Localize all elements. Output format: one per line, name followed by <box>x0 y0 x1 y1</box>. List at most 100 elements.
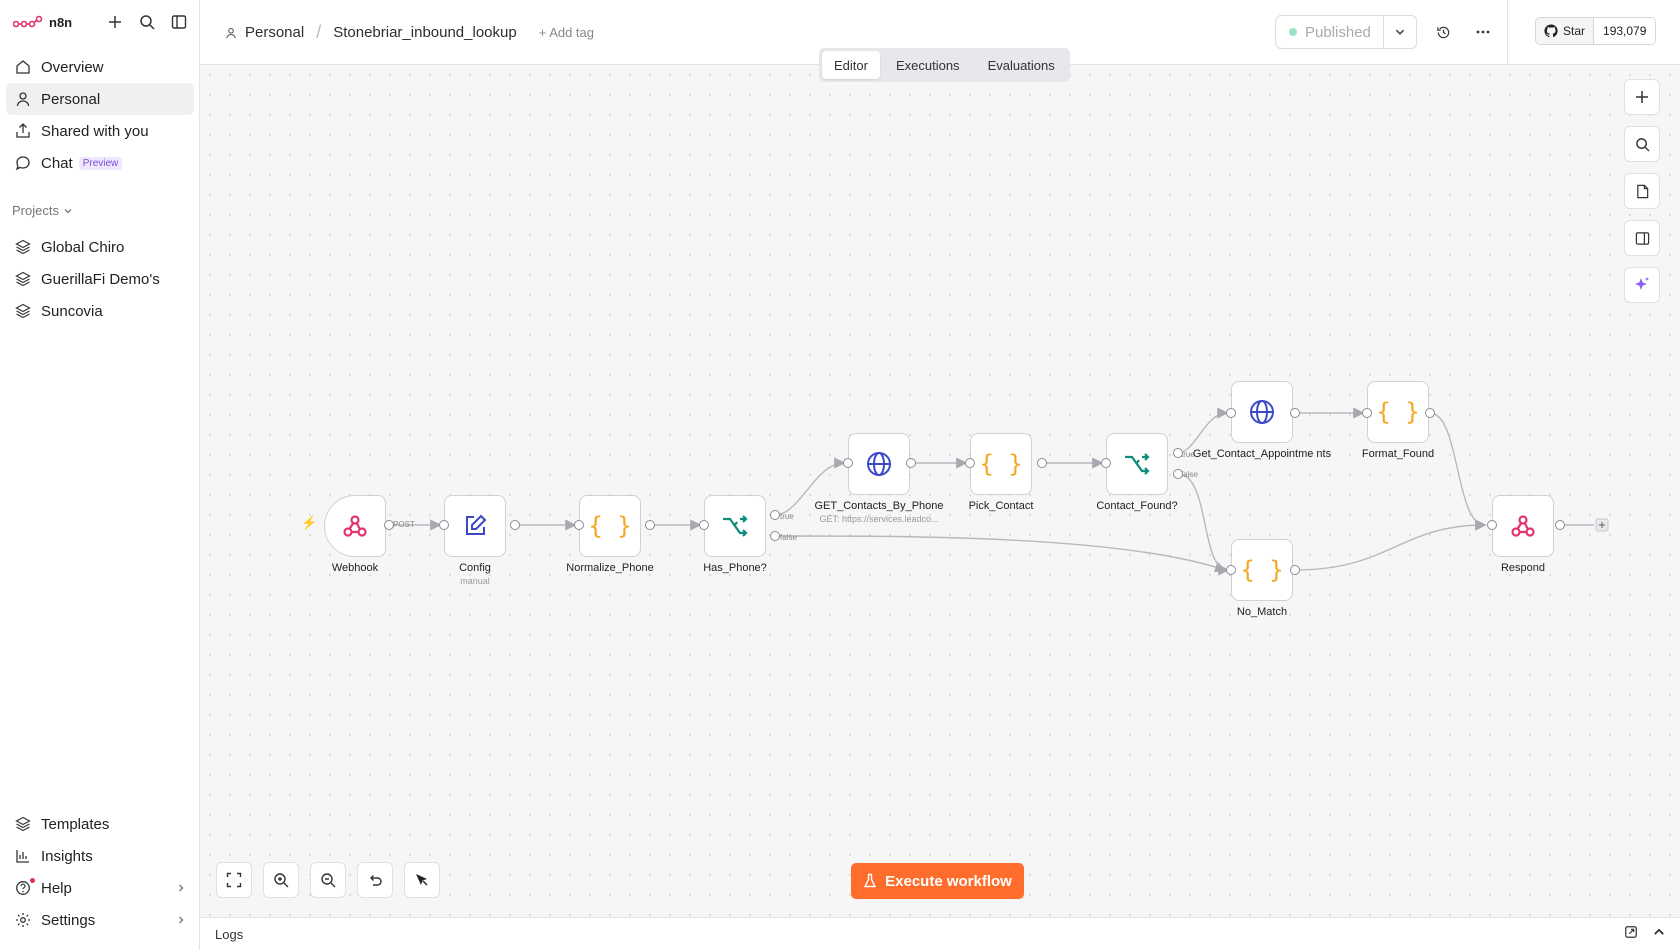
brand-logo[interactable]: n8n <box>13 12 72 32</box>
port-out-true[interactable] <box>770 510 780 520</box>
port-out[interactable] <box>1290 408 1300 418</box>
publish-group: Published <box>1275 15 1417 49</box>
nav-settings[interactable]: Settings <box>6 904 194 936</box>
port-out[interactable] <box>510 520 520 530</box>
port-out-false[interactable] <box>770 531 780 541</box>
node-has-phone[interactable] <box>704 495 766 557</box>
project-global-chiro[interactable]: Global Chiro <box>6 231 194 263</box>
nav-overview[interactable]: Overview <box>6 51 194 83</box>
search-nodes-button[interactable] <box>1624 126 1660 162</box>
publish-button[interactable]: Published <box>1276 16 1384 48</box>
popout-icon[interactable] <box>1624 925 1638 939</box>
more-options-icon[interactable] <box>1472 21 1494 43</box>
zoom-in-button[interactable] <box>263 862 299 898</box>
nav-personal[interactable]: Personal <box>6 83 194 115</box>
github-star-count[interactable]: 193,079 <box>1594 18 1656 44</box>
port-in[interactable] <box>1226 408 1236 418</box>
edge-found-appt <box>1177 407 1229 454</box>
port-in[interactable] <box>843 458 853 468</box>
chevron-up-icon[interactable] <box>1652 925 1666 939</box>
port-out[interactable] <box>1290 565 1300 575</box>
tab-editor[interactable]: Editor <box>822 51 880 79</box>
node-pick-contact[interactable]: { } <box>970 433 1032 495</box>
port-in[interactable] <box>1101 458 1111 468</box>
node-label-appointments: Get_Contact_Appointme nts <box>1192 448 1332 460</box>
nav-chat[interactable]: Chat Preview <box>6 147 194 179</box>
logs-panel[interactable]: Logs <box>200 917 1680 950</box>
fit-view-button[interactable] <box>216 862 252 898</box>
nav-templates[interactable]: Templates <box>6 808 194 840</box>
add-tag-button[interactable]: + Add tag <box>539 25 594 40</box>
node-get-appointments[interactable] <box>1231 381 1293 443</box>
view-tabs: Editor Executions Evaluations <box>819 48 1070 82</box>
tab-evaluations[interactable]: Evaluations <box>976 51 1067 79</box>
chevron-down-icon <box>1395 29 1405 35</box>
webhook-icon <box>1511 515 1535 537</box>
project-label: Suncovia <box>41 302 103 320</box>
workflow-name[interactable]: Stonebriar_inbound_lookup <box>333 24 516 41</box>
undo-icon <box>370 875 382 886</box>
node-label-respond: Respond <box>1500 562 1546 574</box>
nav-insights[interactable]: Insights <box>6 840 194 872</box>
port-out[interactable] <box>1425 408 1435 418</box>
edit-icon <box>466 514 487 535</box>
nav-label: Settings <box>41 911 96 929</box>
port-in[interactable] <box>1226 565 1236 575</box>
search-icon <box>1635 137 1650 152</box>
node-get-contacts[interactable] <box>848 433 910 495</box>
port-out[interactable] <box>384 520 394 530</box>
execute-workflow-button[interactable]: Execute workflow <box>851 863 1024 899</box>
github-star-widget[interactable]: Star 193,079 <box>1535 17 1657 45</box>
nav-shared[interactable]: Shared with you <box>6 115 194 147</box>
port-in[interactable] <box>965 458 975 468</box>
node-sub-config: manual <box>460 576 490 586</box>
publish-dropdown[interactable] <box>1384 16 1416 48</box>
port-in[interactable] <box>439 520 449 530</box>
project-guerillafi[interactable]: GuerillaFi Demo's <box>6 263 194 295</box>
add-icon[interactable] <box>104 11 126 33</box>
port-out[interactable] <box>1037 458 1047 468</box>
project-label: Global Chiro <box>41 238 125 256</box>
projects-toggle[interactable]: Projects <box>12 203 73 218</box>
select-tool-button[interactable] <box>404 862 440 898</box>
templates-icon <box>15 816 31 832</box>
chevron-right-icon <box>179 884 184 892</box>
history-icon[interactable] <box>1432 21 1454 43</box>
node-normalize-phone[interactable]: { } <box>579 495 641 557</box>
node-config[interactable] <box>444 495 506 557</box>
port-out[interactable] <box>645 520 655 530</box>
github-star-button[interactable]: Star <box>1536 18 1595 44</box>
ai-assistant-button[interactable] <box>1624 267 1660 303</box>
sticky-note-button[interactable] <box>1624 173 1660 209</box>
globe-icon <box>867 452 891 476</box>
port-in[interactable] <box>1362 408 1372 418</box>
zoom-out-icon <box>321 873 336 888</box>
port-out-true[interactable] <box>1173 448 1183 458</box>
toggle-sidebar-icon[interactable] <box>168 11 190 33</box>
node-no-match[interactable]: { } <box>1231 539 1293 601</box>
port-out-false[interactable] <box>1173 469 1183 479</box>
chevron-down-icon <box>64 208 72 213</box>
zoom-out-button[interactable] <box>310 862 346 898</box>
canvas-bottom-toolbar <box>216 862 440 901</box>
tab-executions[interactable]: Executions <box>884 51 972 79</box>
search-icon[interactable] <box>136 11 158 33</box>
node-respond[interactable] <box>1492 495 1554 557</box>
node-webhook[interactable] <box>324 495 386 557</box>
port-out[interactable] <box>1555 520 1565 530</box>
panel-toggle-button[interactable] <box>1624 220 1660 256</box>
port-out[interactable] <box>906 458 916 468</box>
nav-help[interactable]: Help <box>6 872 194 904</box>
breadcrumb-owner[interactable]: Personal <box>245 24 304 41</box>
workflow-canvas[interactable]: ⚡ Webhook Config manual { } Normalize_Ph… <box>200 65 1680 919</box>
add-node-button[interactable] <box>1624 79 1660 115</box>
port-in[interactable] <box>574 520 584 530</box>
port-in[interactable] <box>1487 520 1497 530</box>
node-format-found[interactable]: { } <box>1367 381 1429 443</box>
node-contact-found[interactable] <box>1106 433 1168 495</box>
undo-button[interactable] <box>357 862 393 898</box>
home-icon <box>16 60 30 74</box>
project-suncovia[interactable]: Suncovia <box>6 295 194 327</box>
nav-label: Overview <box>41 58 104 76</box>
port-in[interactable] <box>699 520 709 530</box>
